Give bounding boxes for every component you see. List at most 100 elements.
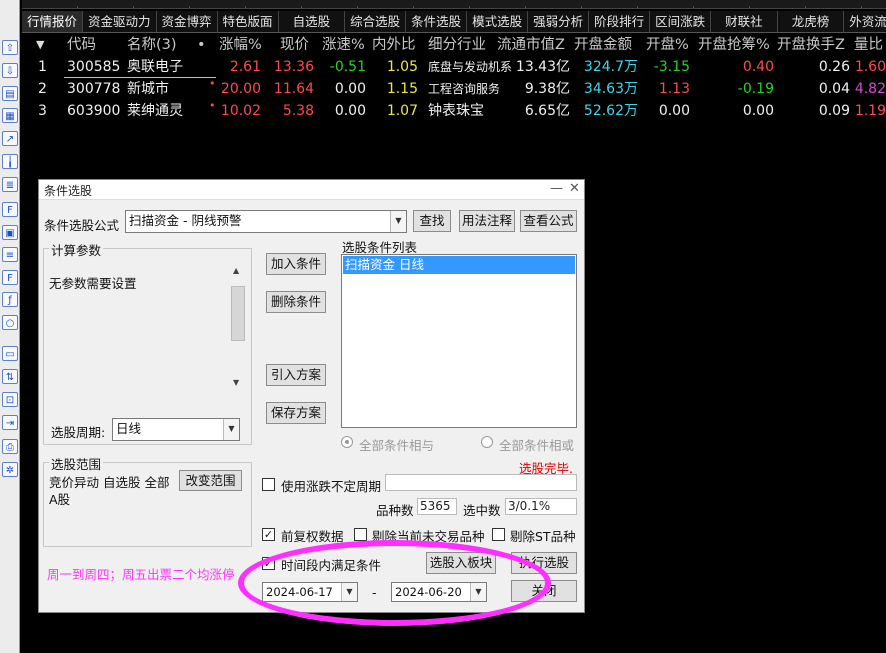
chevron-down-icon[interactable]: ▼ [223, 419, 239, 440]
tab-period-ranking[interactable]: 阶段排行 [589, 11, 651, 32]
arrow-up-icon[interactable]: ⇧ [2, 40, 18, 55]
date-to-picker[interactable]: 2024-06-20 ▼ [391, 582, 487, 602]
industry: 钟表珠宝 [428, 103, 484, 119]
radio-and[interactable] [341, 436, 353, 448]
find-button[interactable]: 查找 [413, 210, 451, 232]
radio-or[interactable] [481, 436, 493, 448]
row-index: 1 [38, 59, 47, 75]
delete-condition-button[interactable]: 删除条件 [266, 291, 326, 313]
function-icon[interactable]: ƒ [2, 292, 18, 307]
tab-comprehensive-select[interactable]: 综合选股 [345, 11, 407, 32]
close-icon[interactable]: ✕ [569, 181, 580, 196]
price: 11.64 [273, 81, 314, 97]
notes-icon[interactable]: ≡ [2, 247, 18, 262]
use-period-checkbox[interactable] [262, 478, 275, 491]
tab-range-change[interactable]: 区间涨跌 [650, 11, 712, 32]
tab-condition-select[interactable]: 条件选股 [406, 11, 468, 32]
speed: -0.51 [329, 59, 366, 75]
list-icon[interactable]: ≣ [2, 177, 18, 192]
col-speed[interactable]: 涨速% [322, 34, 365, 56]
date-from-value: 2024-06-17 [266, 585, 333, 599]
view-formula-button[interactable]: 查看公式 [520, 210, 577, 232]
tab-quotes[interactable]: 行情报价 [22, 11, 84, 32]
stock-code: 603900 [67, 103, 121, 119]
formula-select[interactable]: 扫描资金 - 阴线预警 ▼ [125, 210, 407, 233]
chevron-down-icon[interactable]: ▼ [390, 211, 406, 232]
to-board-button[interactable]: 选股入板块 [426, 552, 496, 574]
col-ratio[interactable]: 内外比 [372, 34, 416, 56]
import-plan-button[interactable]: 引入方案 [266, 364, 326, 386]
col-change[interactable]: 涨幅% [219, 34, 262, 56]
dialog-titlebar[interactable]: 条件选股 — ✕ [39, 180, 584, 200]
print-icon[interactable]: ⎙ [2, 439, 18, 454]
speed: 0.00 [334, 103, 366, 119]
scroll-down-icon[interactable]: ▼ [233, 378, 239, 387]
grid-icon[interactable]: ▦ [2, 108, 18, 123]
scroll-thumb[interactable] [231, 286, 245, 341]
table-row[interactable]: 2 300778 新城市 • 20.00 11.64 0.00 1.15 工程咨… [22, 77, 886, 100]
line-chart-icon[interactable]: ↗ [2, 131, 18, 146]
table-row[interactable]: 3 603900 莱绅通灵 • 10.02 5.38 0.00 1.07 钟表珠… [22, 99, 886, 122]
import-icon[interactable]: ⇥ [2, 415, 18, 430]
scroll-up-icon[interactable]: ▲ [233, 266, 239, 275]
open-amount: 34.63万 [583, 81, 638, 97]
tab-cls-news[interactable]: 财联社 [711, 11, 778, 32]
col-volume-ratio[interactable]: 量比 [854, 34, 883, 56]
prev-adj-checkbox[interactable]: ✓ [262, 528, 275, 541]
close-button[interactable]: 关闭 [511, 580, 577, 602]
time-condition-checkbox[interactable]: ✓ [262, 557, 275, 570]
tab-strength-analysis[interactable]: 强弱分析 [528, 11, 590, 32]
report-icon[interactable]: ▤ [2, 86, 18, 101]
tab-capital-game[interactable]: 资金博弈 [157, 11, 218, 32]
col-open-grab[interactable]: 开盘抢筹% [698, 34, 770, 56]
add-condition-button[interactable]: 加入条件 [266, 253, 326, 275]
exclude-st-checkbox[interactable] [492, 528, 505, 541]
tab-dragon-tiger[interactable]: 龙虎榜 [778, 11, 845, 32]
zoom-icon[interactable]: ⊡ [2, 392, 18, 407]
document-icon[interactable]: ▣ [2, 225, 18, 240]
condition-list[interactable]: 扫描资金 日线 [341, 254, 577, 428]
col-price[interactable]: 现价 [280, 34, 309, 56]
col-code[interactable]: 代码 [67, 34, 96, 56]
sort-icon[interactable]: ⇅ [2, 369, 18, 384]
save-plan-button[interactable]: 保存方案 [266, 402, 326, 424]
tab-foreign-flow[interactable]: 外资流向 [844, 11, 886, 32]
settings-icon[interactable]: ✲ [2, 462, 18, 477]
col-open-turnover[interactable]: 开盘换手Z [777, 34, 845, 56]
tab-pattern-select[interactable]: 模式选股 [467, 11, 529, 32]
chevron-down-icon[interactable]: ▼ [341, 583, 357, 601]
change-pct: 10.02 [220, 103, 261, 119]
change-scope-button[interactable]: 改变范围 [179, 470, 242, 491]
folder-icon[interactable]: ▭ [2, 346, 18, 361]
col-name[interactable]: 名称(3) [127, 34, 177, 56]
usage-notes-button[interactable]: 用法注释 [459, 210, 515, 232]
f10-icon[interactable]: F [2, 202, 18, 217]
col-mcap[interactable]: 流通市值Z [497, 34, 565, 56]
tab-feature-layout[interactable]: 特色版面 [218, 11, 279, 32]
period-select[interactable]: 日线 ▼ [112, 418, 240, 441]
chevron-down-icon[interactable]: ▼ [470, 583, 486, 601]
params-scrollbar[interactable]: ▲ ▼ [230, 266, 246, 389]
period-input[interactable] [385, 474, 577, 491]
scope-group-title: 选股范围 [49, 454, 104, 473]
tab-watchlist[interactable]: 自选股 [279, 11, 346, 32]
exclude-no-trade-checkbox[interactable] [354, 528, 367, 541]
minimize-icon[interactable]: — [550, 181, 563, 196]
selected-value: 3/0.1% [505, 498, 577, 515]
col-open-amount[interactable]: 开盘金额 [574, 34, 632, 56]
execute-select-button[interactable]: 执行选股 [511, 552, 577, 574]
table-row[interactable]: 1 300585 奥联电子 2.61 13.36 -0.51 1.05 底盘与发… [22, 56, 886, 78]
limit-up-mark: • [209, 99, 216, 112]
list-item[interactable]: 扫描资金 日线 [343, 256, 575, 274]
circle-icon[interactable]: ○ [2, 315, 18, 330]
sort-arrow-icon[interactable]: ▼ [36, 34, 44, 56]
open-grab: -0.19 [737, 81, 774, 97]
col-industry[interactable]: 细分行业 [428, 34, 486, 56]
arrow-down-icon[interactable]: ⇩ [2, 63, 18, 78]
tab-capital-drive[interactable]: 资金驱动力 [83, 11, 157, 32]
date-from-picker[interactable]: 2024-06-17 ▼ [262, 582, 358, 602]
industry: 工程咨询服务 [428, 82, 501, 96]
candle-chart-icon[interactable]: ╽ [2, 154, 18, 169]
col-open-pct[interactable]: 开盘% [646, 34, 689, 56]
formula-icon[interactable]: F [2, 270, 18, 285]
